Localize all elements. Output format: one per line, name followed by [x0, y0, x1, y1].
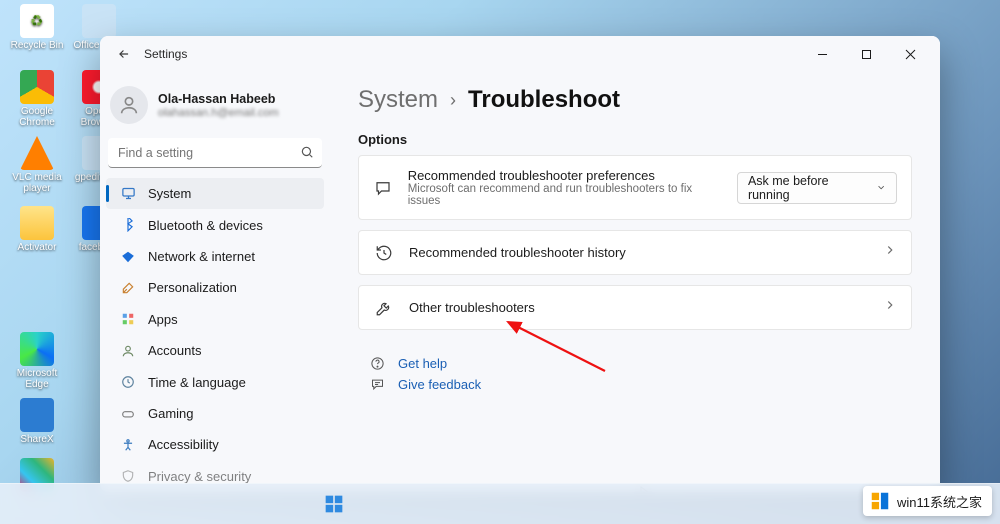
window-title: Settings — [144, 47, 187, 61]
give-feedback-row: Give feedback — [368, 377, 912, 392]
nav-item-system[interactable]: System — [106, 178, 324, 209]
card-recommended-preferences[interactable]: Recommended troubleshooter preferences M… — [358, 155, 912, 220]
minimize-icon — [817, 49, 828, 60]
account-row[interactable]: Ola-Hassan Habeeb olahassan.h@email.com — [106, 78, 324, 138]
clock-globe-icon — [120, 375, 136, 389]
watermark-corner: win11系统之家 — [863, 486, 992, 516]
desktop-icon-vlc[interactable]: VLC media player — [8, 136, 66, 194]
history-icon — [373, 244, 395, 262]
desktop-icon-recycle-bin[interactable]: ♻️Recycle Bin — [8, 4, 66, 51]
sidebar: Ola-Hassan Habeeb olahassan.h@email.com … — [100, 72, 330, 492]
shield-icon — [120, 469, 136, 483]
nav-item-bluetooth[interactable]: Bluetooth & devices — [106, 209, 324, 240]
account-name: Ola-Hassan Habeeb — [158, 92, 279, 107]
close-button[interactable] — [888, 39, 932, 69]
back-button[interactable] — [110, 40, 138, 68]
content-pane: System › Troubleshoot Options Recommende… — [330, 72, 940, 492]
accessibility-icon — [120, 438, 136, 452]
nav-label: Apps — [148, 312, 178, 327]
account-email: olahassan.h@email.com — [158, 107, 279, 119]
section-label: Options — [358, 132, 912, 147]
folder-icon — [20, 206, 54, 240]
nav-item-apps[interactable]: Apps — [106, 304, 324, 335]
nav-label: Network & internet — [148, 249, 255, 264]
card-subtitle: Microsoft can recommend and run troubles… — [408, 183, 709, 207]
system-icon — [120, 186, 136, 201]
nav-label: Bluetooth & devices — [148, 218, 263, 233]
chevron-down-icon — [876, 182, 886, 193]
nav-label: Gaming — [148, 406, 194, 421]
chevron-right-icon — [883, 243, 897, 262]
nav-item-accounts[interactable]: Accounts — [106, 335, 324, 366]
search-input[interactable] — [108, 138, 322, 168]
speech-bubble-icon — [373, 179, 394, 197]
back-arrow-icon — [117, 47, 131, 61]
preferences-dropdown[interactable]: Ask me before running — [737, 172, 897, 204]
nav-item-gaming[interactable]: Gaming — [106, 398, 324, 429]
sidebar-nav: System Bluetooth & devices Network & int… — [106, 178, 324, 492]
card-recommended-history[interactable]: Recommended troubleshooter history — [358, 230, 912, 275]
edge-icon — [20, 332, 54, 366]
person-icon — [120, 344, 136, 358]
close-icon — [905, 49, 916, 60]
brush-icon — [120, 281, 136, 295]
settings-window: Settings Ola-Hassan Habeeb olahassan.h@e… — [100, 36, 940, 492]
apps-icon — [120, 312, 136, 326]
help-icon — [368, 356, 386, 371]
windows-icon — [324, 494, 344, 514]
chrome-icon — [20, 70, 54, 104]
nav-label: Accessibility — [148, 437, 219, 452]
chevron-right-icon — [883, 298, 897, 317]
nav-label: System — [148, 186, 191, 201]
get-help-link[interactable]: Get help — [398, 356, 447, 371]
search-field[interactable] — [108, 138, 322, 168]
nav-item-personalization[interactable]: Personalization — [106, 272, 324, 303]
office-icon — [82, 4, 116, 38]
recycle-bin-icon: ♻️ — [20, 4, 54, 38]
get-help-row: Get help — [368, 356, 912, 371]
sharex-icon — [20, 398, 54, 432]
desktop-icon-sharex[interactable]: ShareX — [8, 398, 66, 445]
vlc-icon — [20, 136, 54, 170]
breadcrumb-parent[interactable]: System — [358, 86, 438, 114]
desktop-icon-edge[interactable]: Microsoft Edge — [8, 332, 66, 390]
logo-icon — [869, 490, 891, 512]
breadcrumb: System › Troubleshoot — [358, 86, 912, 114]
nav-item-network[interactable]: Network & internet — [106, 241, 324, 272]
nav-label: Accounts — [148, 343, 201, 358]
feedback-icon — [368, 377, 386, 392]
chevron-right-icon: › — [450, 90, 456, 111]
avatar-icon — [110, 86, 148, 124]
gaming-icon — [120, 407, 136, 421]
search-icon — [300, 145, 314, 164]
card-title: Recommended troubleshooter history — [409, 245, 626, 260]
nav-label: Privacy & security — [148, 469, 251, 484]
nav-label: Personalization — [148, 280, 237, 295]
minimize-button[interactable] — [800, 39, 844, 69]
wrench-icon — [373, 299, 395, 317]
window-titlebar: Settings — [100, 36, 940, 72]
card-title: Other troubleshooters — [409, 300, 535, 315]
breadcrumb-current: Troubleshoot — [468, 86, 620, 114]
card-title: Recommended troubleshooter preferences — [408, 168, 709, 183]
network-icon — [120, 250, 136, 264]
nav-label: Time & language — [148, 375, 246, 390]
taskbar[interactable] — [0, 483, 1000, 524]
card-other-troubleshooters[interactable]: Other troubleshooters — [358, 285, 912, 330]
nav-item-accessibility[interactable]: Accessibility — [106, 429, 324, 460]
nav-item-time[interactable]: Time & language — [106, 366, 324, 397]
desktop-icon-chrome[interactable]: Google Chrome — [8, 70, 66, 128]
give-feedback-link[interactable]: Give feedback — [398, 377, 481, 392]
dropdown-value: Ask me before running — [748, 174, 866, 202]
maximize-icon — [861, 49, 872, 60]
start-button[interactable] — [320, 490, 348, 518]
maximize-button[interactable] — [844, 39, 888, 69]
desktop-icon-activator[interactable]: Activator — [8, 206, 66, 253]
bluetooth-icon — [120, 218, 136, 232]
